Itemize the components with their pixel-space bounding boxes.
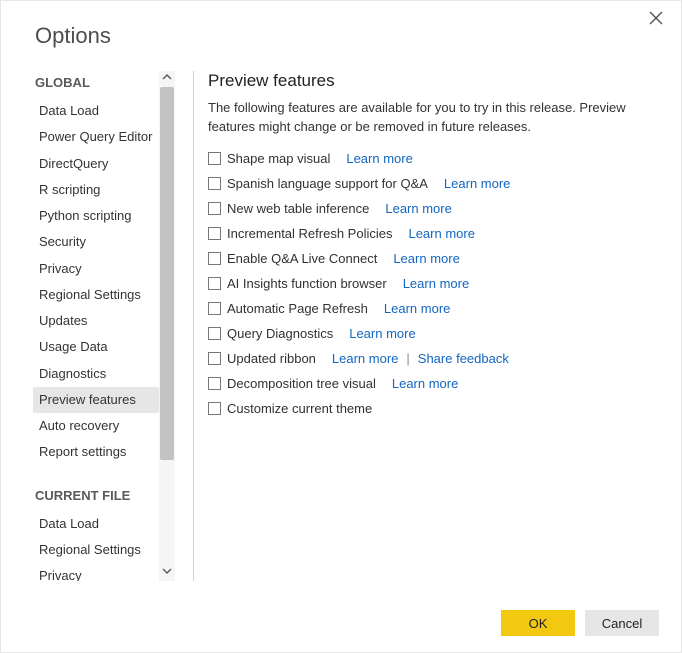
sidebar-item[interactable]: Report settings	[33, 439, 163, 465]
learn-more-link[interactable]: Learn more	[384, 301, 450, 316]
feature-checkbox[interactable]	[208, 327, 221, 340]
options-dialog: Options GLOBALData LoadPower Query Edito…	[0, 0, 682, 653]
feature-checkbox[interactable]	[208, 227, 221, 240]
sidebar-wrap: GLOBALData LoadPower Query EditorDirectQ…	[23, 71, 173, 581]
sidebar-item[interactable]: Power Query Editor	[33, 124, 163, 150]
sidebar: GLOBALData LoadPower Query EditorDirectQ…	[23, 71, 163, 581]
feature-label: Updated ribbon	[227, 351, 316, 366]
sidebar-item[interactable]: Data Load	[33, 511, 163, 537]
learn-more-link[interactable]: Learn more	[403, 276, 469, 291]
sidebar-item[interactable]: Privacy	[33, 256, 163, 282]
chevron-up-icon	[162, 72, 172, 82]
chevron-down-icon	[162, 566, 172, 576]
feature-checkbox[interactable]	[208, 177, 221, 190]
feature-checkbox[interactable]	[208, 302, 221, 315]
dialog-footer: OK Cancel	[501, 610, 659, 636]
feature-label: New web table inference	[227, 201, 369, 216]
feature-label: Query Diagnostics	[227, 326, 333, 341]
feature-row: Incremental Refresh Policies Learn more	[208, 226, 655, 241]
feature-label: Decomposition tree visual	[227, 376, 376, 391]
sidebar-item[interactable]: Regional Settings	[33, 282, 163, 308]
sidebar-item[interactable]: Security	[33, 229, 163, 255]
link-divider: |	[404, 351, 411, 366]
feature-checkbox[interactable]	[208, 152, 221, 165]
sidebar-item[interactable]: Python scripting	[33, 203, 163, 229]
dialog-title: Options	[35, 23, 659, 49]
feature-checkbox[interactable]	[208, 402, 221, 415]
scroll-track[interactable]	[159, 87, 175, 565]
sidebar-item[interactable]: Usage Data	[33, 334, 163, 360]
sidebar-scrollbar[interactable]	[159, 71, 175, 581]
feature-label: Customize current theme	[227, 401, 372, 416]
feature-row: New web table inference Learn more	[208, 201, 655, 216]
dialog-body: GLOBALData LoadPower Query EditorDirectQ…	[23, 71, 659, 581]
feature-label: AI Insights function browser	[227, 276, 387, 291]
feature-checkbox[interactable]	[208, 202, 221, 215]
feature-checkbox[interactable]	[208, 277, 221, 290]
close-button[interactable]	[645, 11, 667, 33]
scroll-thumb[interactable]	[160, 87, 174, 460]
sidebar-item[interactable]: Data Load	[33, 98, 163, 124]
learn-more-link[interactable]: Learn more	[393, 251, 459, 266]
sidebar-item[interactable]: Diagnostics	[33, 361, 163, 387]
feature-checkbox[interactable]	[208, 377, 221, 390]
learn-more-link[interactable]: Learn more	[346, 151, 412, 166]
content-heading: Preview features	[208, 71, 655, 91]
feature-label: Enable Q&A Live Connect	[227, 251, 377, 266]
content-pane: Preview features The following features …	[208, 71, 659, 581]
feature-row: Spanish language support for Q&A Learn mo…	[208, 176, 655, 191]
learn-more-link[interactable]: Learn more	[444, 176, 510, 191]
sidebar-item[interactable]: Preview features	[33, 387, 163, 413]
feature-row: Enable Q&A Live Connect Learn more	[208, 251, 655, 266]
sidebar-item[interactable]: DirectQuery	[33, 151, 163, 177]
feature-row: AI Insights function browser Learn more	[208, 276, 655, 291]
feature-row: Automatic Page Refresh Learn more	[208, 301, 655, 316]
ok-button[interactable]: OK	[501, 610, 575, 636]
sidebar-item[interactable]: R scripting	[33, 177, 163, 203]
feature-row: Query Diagnostics Learn more	[208, 326, 655, 341]
feature-row: Customize current theme	[208, 401, 655, 416]
learn-more-link[interactable]: Learn more	[349, 326, 415, 341]
feature-row: Updated ribbon Learn more | Share feedback	[208, 351, 655, 366]
content-description: The following features are available for…	[208, 99, 655, 137]
feature-label: Shape map visual	[227, 151, 330, 166]
sidebar-section-header: GLOBAL	[35, 75, 163, 90]
feature-checkbox[interactable]	[208, 252, 221, 265]
feature-label: Spanish language support for Q&A	[227, 176, 428, 191]
sidebar-section-header: CURRENT FILE	[35, 488, 163, 503]
scroll-up-arrow[interactable]	[159, 71, 175, 87]
share-feedback-link[interactable]: Share feedback	[418, 351, 509, 366]
learn-more-link[interactable]: Learn more	[385, 201, 451, 216]
divider-line	[193, 71, 194, 581]
learn-more-link[interactable]: Learn more	[392, 376, 458, 391]
feature-row: Shape map visual Learn more	[208, 151, 655, 166]
learn-more-link[interactable]: Learn more	[332, 351, 398, 366]
scroll-down-arrow[interactable]	[159, 565, 175, 581]
sidebar-item[interactable]: Auto recovery	[33, 413, 163, 439]
feature-checkbox[interactable]	[208, 352, 221, 365]
sidebar-item[interactable]: Regional Settings	[33, 537, 163, 563]
feature-list: Shape map visualLearn moreSpanish langua…	[208, 151, 655, 416]
learn-more-link[interactable]: Learn more	[408, 226, 474, 241]
close-icon	[649, 11, 663, 25]
feature-row: Decomposition tree visual Learn more	[208, 376, 655, 391]
feature-label: Incremental Refresh Policies	[227, 226, 392, 241]
feature-label: Automatic Page Refresh	[227, 301, 368, 316]
cancel-button[interactable]: Cancel	[585, 610, 659, 636]
sidebar-item[interactable]: Updates	[33, 308, 163, 334]
sidebar-item[interactable]: Privacy	[33, 563, 163, 581]
